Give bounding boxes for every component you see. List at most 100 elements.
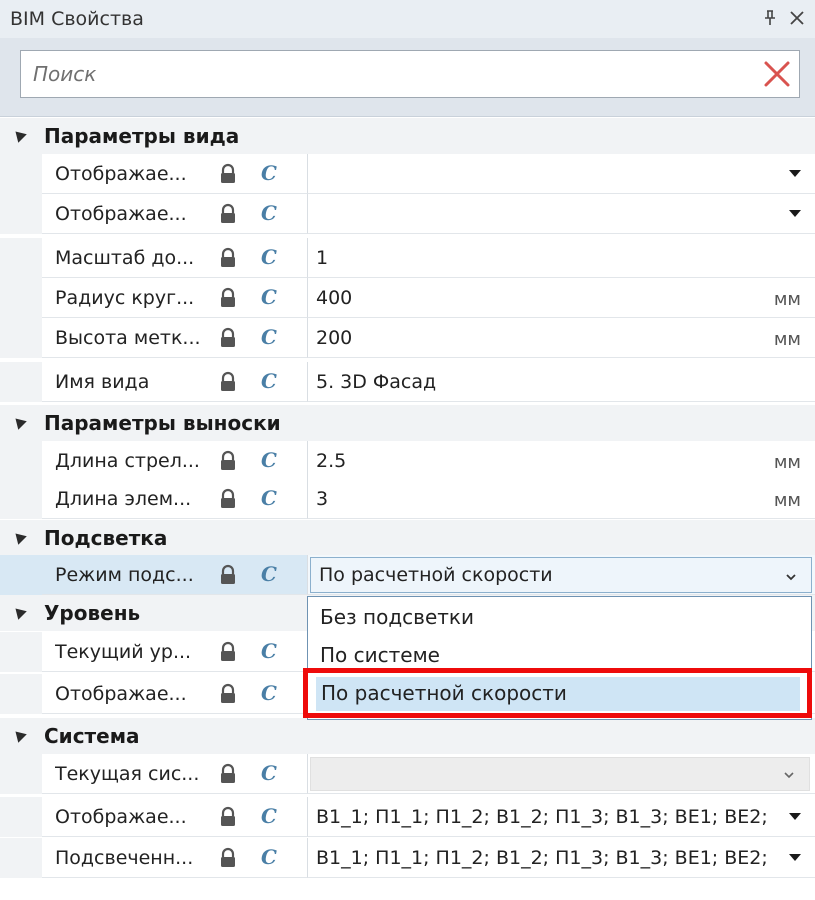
property-row[interactable]: Длина элем... C 3 мм xyxy=(0,479,815,519)
c-icon[interactable]: C xyxy=(261,681,277,705)
lock-icon[interactable] xyxy=(218,371,238,393)
c-icon[interactable]: C xyxy=(261,325,277,349)
unit-label: мм xyxy=(773,329,801,350)
lock-icon[interactable] xyxy=(218,763,238,785)
pin-icon[interactable] xyxy=(761,9,779,27)
property-value-field[interactable]: 200 мм xyxy=(307,318,815,358)
c-icon[interactable]: C xyxy=(261,639,277,663)
c-icon[interactable]: C xyxy=(261,161,277,185)
lock-icon[interactable] xyxy=(218,450,238,472)
close-icon[interactable] xyxy=(787,8,807,28)
group-header-highlight[interactable]: Подсветка xyxy=(0,520,815,556)
unit-label: мм xyxy=(773,490,801,511)
current-system-combobox[interactable] xyxy=(310,757,810,791)
clear-search-icon[interactable] xyxy=(763,60,791,88)
c-icon[interactable]: C xyxy=(261,201,277,225)
lock-icon[interactable] xyxy=(218,203,238,225)
collapse-triangle-icon[interactable] xyxy=(11,414,27,430)
dropdown-arrow-icon[interactable] xyxy=(789,854,801,861)
c-icon[interactable]: C xyxy=(261,562,277,586)
dropdown-arrow-icon[interactable] xyxy=(789,170,801,177)
property-value-field[interactable]: 3 мм xyxy=(307,479,815,519)
c-icon[interactable]: C xyxy=(261,448,277,472)
search-area xyxy=(0,38,815,117)
property-value-field[interactable]: 5. 3D Фасад xyxy=(307,362,815,402)
property-row-selected[interactable]: Режим подс... C По расчетной скорости xyxy=(0,555,815,595)
lock-icon[interactable] xyxy=(218,163,238,185)
chevron-down-icon[interactable] xyxy=(784,570,798,584)
property-name: Длина элем... xyxy=(55,488,192,510)
property-value-field[interactable]: 400 мм xyxy=(307,278,815,318)
property-value: В1_1; П1_1; П1_2; В1_2; П1_3; В1_3; ВЕ1;… xyxy=(316,806,768,828)
lock-icon[interactable] xyxy=(218,287,238,309)
property-value-dropdown[interactable] xyxy=(307,154,815,194)
c-icon[interactable]: C xyxy=(261,245,277,269)
property-row[interactable]: Высота метк... C 200 мм xyxy=(0,318,815,358)
property-name: Отображае... xyxy=(55,163,187,185)
lock-icon[interactable] xyxy=(218,683,238,705)
property-row[interactable]: Отображае... C xyxy=(0,194,815,234)
property-name: Подсвеченн... xyxy=(55,847,194,869)
lock-icon[interactable] xyxy=(218,847,238,869)
property-value: В1_1; П1_1; П1_2; В1_2; П1_3; В1_3; ВЕ1;… xyxy=(316,847,768,869)
dropdown-option-by-system[interactable]: По системе xyxy=(320,643,440,667)
group-header-view-params[interactable]: Параметры вида xyxy=(0,118,815,154)
property-name: Длина стрел... xyxy=(55,450,200,472)
window-title: BIM Свойства xyxy=(10,8,144,30)
collapse-triangle-icon[interactable] xyxy=(11,127,27,143)
lock-icon[interactable] xyxy=(218,564,238,586)
highlight-mode-combobox[interactable]: По расчетной скорости xyxy=(310,557,812,593)
c-icon[interactable]: C xyxy=(261,845,277,869)
property-row[interactable]: Имя вида C 5. 3D Фасад xyxy=(0,362,815,402)
c-icon[interactable]: C xyxy=(261,369,277,393)
search-box xyxy=(20,50,800,98)
property-value-dropdown[interactable]: В1_1; П1_1; П1_2; В1_2; П1_3; В1_3; ВЕ1;… xyxy=(307,838,815,878)
group-label: Параметры выноски xyxy=(44,411,281,435)
collapse-triangle-icon[interactable] xyxy=(11,604,27,620)
property-row[interactable]: Длина стрел... C 2.5 мм xyxy=(0,441,815,481)
dropdown-arrow-icon[interactable] xyxy=(789,813,801,820)
property-name: Текущий ур... xyxy=(55,641,192,663)
property-row[interactable]: Подсвеченн... C В1_1; П1_1; П1_2; В1_2; … xyxy=(0,838,815,878)
property-value-field[interactable]: 2.5 мм xyxy=(307,441,815,481)
property-value: 3 xyxy=(316,488,329,510)
group-label: Уровень xyxy=(44,601,141,625)
property-value: 5. 3D Фасад xyxy=(316,371,437,393)
lock-icon[interactable] xyxy=(218,806,238,828)
c-icon[interactable]: C xyxy=(261,486,277,510)
c-icon[interactable]: C xyxy=(261,285,277,309)
collapse-triangle-icon[interactable] xyxy=(11,529,27,545)
property-value: 400 xyxy=(316,287,353,309)
lock-icon[interactable] xyxy=(218,488,238,510)
property-value: 200 xyxy=(316,327,353,349)
dropdown-arrow-icon[interactable] xyxy=(789,210,801,217)
property-row[interactable]: Отображае... C В1_1; П1_1; П1_2; В1_2; П… xyxy=(0,797,815,837)
collapse-triangle-icon[interactable] xyxy=(11,727,27,743)
property-value-dropdown[interactable]: В1_1; П1_1; П1_2; В1_2; П1_3; В1_3; ВЕ1;… xyxy=(307,797,815,837)
property-value: 2.5 xyxy=(316,450,347,472)
lock-icon[interactable] xyxy=(218,327,238,349)
dropdown-option-no-highlight[interactable]: Без подсветки xyxy=(320,605,474,629)
c-icon[interactable]: C xyxy=(261,804,277,828)
property-name: Режим подс... xyxy=(55,564,194,586)
search-input[interactable] xyxy=(21,51,763,97)
unit-label: мм xyxy=(773,452,801,473)
lock-icon[interactable] xyxy=(218,641,238,663)
chevron-down-icon[interactable] xyxy=(782,768,796,782)
property-name: Высота метк... xyxy=(55,327,201,349)
property-name: Текущая сис... xyxy=(55,763,200,785)
property-row[interactable]: Масштаб до... C 1 xyxy=(0,238,815,278)
group-label: Подсветка xyxy=(44,526,168,550)
group-header-system[interactable]: Система xyxy=(0,718,815,754)
lock-icon[interactable] xyxy=(218,247,238,269)
property-row[interactable]: Отображае... C xyxy=(0,154,815,194)
property-name: Отображае... xyxy=(55,683,187,705)
property-value-dropdown[interactable] xyxy=(307,194,815,234)
property-row[interactable]: Текущая сис... C xyxy=(0,754,815,794)
property-row[interactable]: Радиус круг... C 400 мм xyxy=(0,278,815,318)
property-value-field[interactable]: 1 xyxy=(307,238,815,278)
property-name: Радиус круг... xyxy=(55,287,195,309)
group-header-leader-params[interactable]: Параметры выноски xyxy=(0,405,815,441)
c-icon[interactable]: C xyxy=(261,761,277,785)
annotation-highlight-frame xyxy=(303,668,812,718)
